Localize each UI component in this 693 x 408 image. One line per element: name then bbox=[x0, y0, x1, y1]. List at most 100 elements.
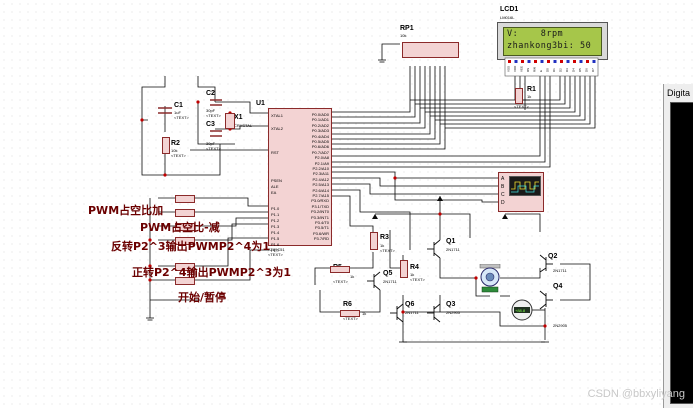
r1-text: <TEXT> bbox=[514, 104, 529, 109]
mcu-pin-left: PSEN bbox=[271, 178, 282, 183]
mcu-pin-right: P0.4/AD4 bbox=[311, 133, 329, 139]
watermark: CSDN @bbxyliyang bbox=[587, 388, 685, 400]
mcu-pin-left: XTAL2 bbox=[271, 126, 283, 131]
q6-ref: Q6 bbox=[405, 301, 415, 308]
mcu-pin-right: P2.4/A12 bbox=[312, 176, 329, 182]
capacitor-c2[interactable] bbox=[208, 97, 224, 109]
r1-ref: R1 bbox=[527, 86, 536, 93]
mcu-pin-left: ALE bbox=[271, 184, 279, 189]
mcu-pin-right: P3.7/RD bbox=[313, 236, 329, 242]
mcu-pin-left: P1.2 bbox=[271, 218, 280, 223]
push-button-switch[interactable] bbox=[175, 195, 195, 203]
resistor-pack[interactable] bbox=[402, 42, 459, 58]
mcu-chip[interactable]: XTAL1 XTAL2 RST PSEN ALE EA P1.0 P1.1 P1.2 P1.3 P1… bbox=[268, 108, 332, 253]
r2-ref: R2 bbox=[171, 140, 180, 147]
resistor-r1[interactable] bbox=[515, 88, 523, 104]
mcu-pin-right: P2.7/A15 bbox=[312, 193, 329, 198]
mcu-pin-right: P2.0/A8 bbox=[314, 155, 329, 161]
scope-channel-label: D bbox=[501, 200, 505, 206]
mcu-pin-left: RST bbox=[271, 150, 279, 155]
motor-icon[interactable] bbox=[477, 264, 503, 294]
label-start-pause: 开始/暂停 bbox=[178, 291, 227, 304]
r5-text: <TEXT> bbox=[333, 279, 348, 284]
panel-title: Digita bbox=[667, 88, 691, 98]
capacitor-c1[interactable] bbox=[155, 104, 175, 118]
mcu-pin-left: XTAL1 bbox=[271, 113, 283, 118]
r6-ref: R6 bbox=[343, 301, 352, 308]
rp1-ref: RP1 bbox=[400, 25, 414, 32]
r1-value: 1k bbox=[527, 94, 532, 99]
resistor-r3[interactable] bbox=[370, 232, 378, 250]
c2-text: <TEXT> bbox=[206, 113, 221, 118]
crystal[interactable] bbox=[225, 113, 235, 129]
q5-part: 2N1711 bbox=[383, 279, 397, 284]
oscilloscope[interactable]: ABCD bbox=[498, 172, 544, 212]
lcd-line-1: V: 8rpm bbox=[507, 29, 564, 39]
label-forward: 正转P2^4输出PWMP2^3为1 bbox=[132, 266, 291, 279]
mcu-pin-left: P1.3 bbox=[271, 224, 280, 229]
resistor-r2[interactable] bbox=[162, 137, 170, 154]
oscilloscope-screen bbox=[509, 176, 541, 196]
resistor-r4[interactable] bbox=[400, 260, 408, 278]
resistor-r6[interactable] bbox=[340, 310, 360, 317]
mcu-pin-left: P1.5 bbox=[271, 236, 280, 241]
q2-part: 2N1711 bbox=[553, 268, 567, 273]
schematic-canvas[interactable]: LCD1 LM016L V: 8rpm zhankong3bi: 50 VSS V… bbox=[0, 0, 693, 408]
mcu-pin-right: P0.2/AD2 bbox=[311, 122, 329, 128]
mcu-pin-right: P3.2/INT0 bbox=[310, 209, 329, 215]
r5-value: 1k bbox=[350, 274, 355, 279]
label-pwm-increase: PWM占空比加 bbox=[88, 204, 164, 217]
push-button-switch[interactable] bbox=[175, 209, 195, 217]
mcu-pin-right: P2.5/A13 bbox=[312, 182, 329, 188]
mcu-pin-right: P0.5/AD5 bbox=[311, 139, 329, 144]
r3-text: <TEXT> bbox=[380, 248, 395, 253]
capacitor-c3[interactable] bbox=[208, 128, 224, 140]
mcu-pin-right: P3.5/T1 bbox=[314, 225, 329, 231]
mcu-pin-left: P1.1 bbox=[271, 212, 280, 217]
crystal-value: CRYSTAL bbox=[234, 123, 253, 128]
mcu-pin-left: EA bbox=[271, 190, 277, 195]
q1-ref: Q1 bbox=[446, 238, 456, 245]
lcd-ref: LCD1 bbox=[500, 6, 519, 13]
mcu-pin-right: P0.7/AD7 bbox=[311, 149, 329, 155]
lcd-line-2: zhankong3bi: 50 bbox=[507, 41, 592, 51]
mcu-pin-left: P1.4 bbox=[271, 230, 280, 235]
mcu-pin-right: P3.1/TXD bbox=[311, 203, 329, 209]
mcu-ref: U1 bbox=[256, 100, 265, 107]
c3-text: <TEXT> bbox=[206, 146, 221, 151]
resistor-r5[interactable] bbox=[330, 266, 350, 273]
mcu-pin-right: P2.6/A14 bbox=[312, 187, 329, 193]
mcu-pin-left: P1.0 bbox=[271, 206, 280, 211]
rp1-value: 10k bbox=[400, 33, 407, 38]
q6-part: 2N1711 bbox=[405, 310, 419, 315]
r4-ref: R4 bbox=[410, 264, 419, 271]
r3-ref: R3 bbox=[380, 234, 389, 241]
q4-part: 2N2905 bbox=[553, 323, 568, 328]
mcu-text: <TEXT> bbox=[268, 252, 283, 257]
mcu-pin-right: P2.3/A11 bbox=[312, 171, 329, 177]
c3-ref: C3 bbox=[206, 121, 215, 128]
q1-part: 2N1711 bbox=[446, 247, 460, 252]
mcu-pin-right: P0.6/AD6 bbox=[311, 144, 329, 150]
voltmeter-readout: +88.8 bbox=[515, 308, 526, 313]
scope-channel-label: B bbox=[501, 184, 505, 190]
r4-text: <TEXT> bbox=[410, 277, 425, 282]
q3-part: 2N2905 bbox=[446, 310, 461, 315]
waveform-icon bbox=[511, 181, 539, 193]
mcu-pin-right: P0.3/AD3 bbox=[311, 128, 329, 134]
mcu-pin-right: P0.0/AD0 bbox=[311, 112, 329, 117]
q5-ref: Q5 bbox=[383, 270, 393, 277]
c1-text: <TEXT> bbox=[174, 115, 189, 120]
lcd-part: LM016L bbox=[500, 15, 515, 20]
q3-ref: Q3 bbox=[446, 301, 456, 308]
mcu-pin-right: P3.6/WR bbox=[312, 230, 329, 236]
c1-ref: C1 bbox=[174, 102, 183, 109]
label-pwm-decrease: PWM占空比-减 bbox=[140, 221, 220, 234]
scope-channel-label: A bbox=[501, 176, 505, 182]
mcu-pin-right: P2.2/A10 bbox=[312, 166, 329, 171]
mcu-pin-right: P3.3/INT1 bbox=[310, 214, 329, 220]
r2-text: <TEXT> bbox=[171, 153, 186, 158]
crystal-ref: X1 bbox=[234, 114, 243, 121]
panel-screen bbox=[670, 102, 693, 404]
c2-ref: C2 bbox=[206, 90, 215, 97]
